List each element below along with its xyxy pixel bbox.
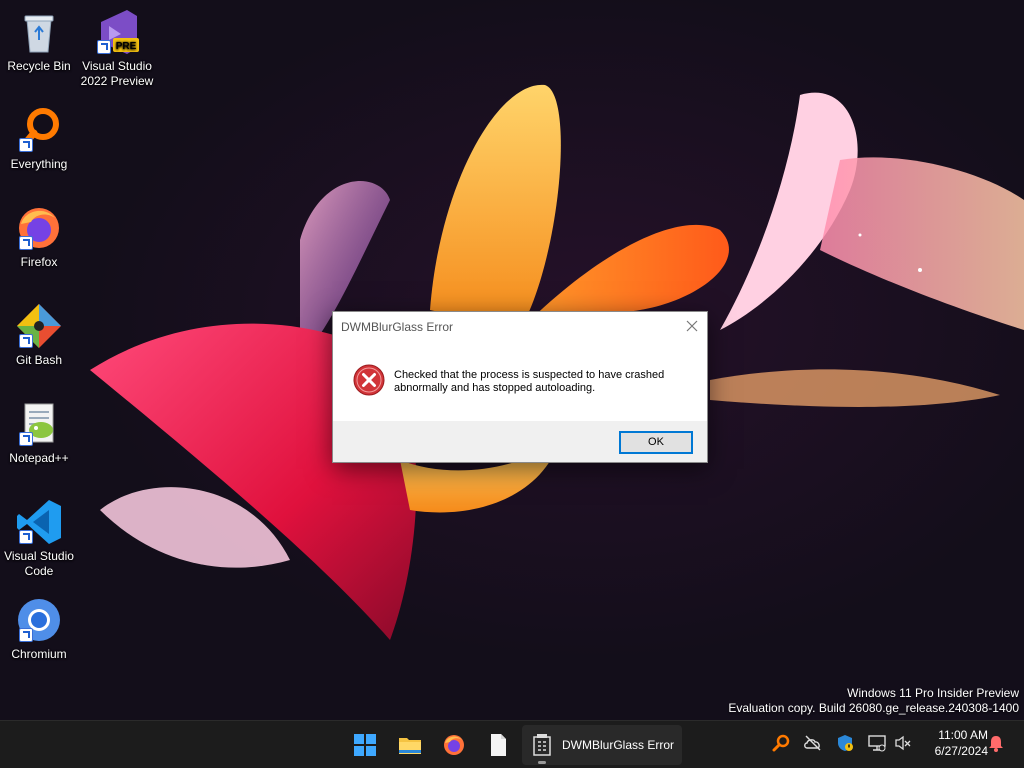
desktop-icon-vscode[interactable]: Visual Studio Code [1,498,77,579]
desktop-icon-label: Firefox [20,255,58,269]
taskbar-firefox[interactable] [434,725,474,765]
dwmblurglass-icon [533,734,551,756]
clock-time: 11:00 AM [938,728,988,742]
desktop-icon-label: Notepad++ [9,451,69,465]
clock-date: 6/27/2024 [934,744,988,758]
desktop-icon-everything[interactable]: Everything [1,106,77,172]
shortcut-arrow-icon [19,530,33,544]
shortcut-arrow-icon [19,628,33,642]
close-button[interactable] [677,312,707,341]
desktop-icon-firefox[interactable]: Firefox [1,204,77,270]
volume-muted-icon [895,735,911,751]
desktop-icon-notepad-plus-plus[interactable]: Notepad++ [1,400,77,466]
running-indicator [538,761,546,764]
error-dialog: DWMBlurGlass Error Checked that the proc… [332,311,708,463]
desktop-icon-label: Visual Studio 2022 Preview [80,59,154,88]
taskbar-clock[interactable]: 11:00 AM 6/27/2024 [918,727,988,759]
active-app-label: DWMBlurGlass Error [562,738,675,752]
notification-button[interactable] [986,733,1006,753]
desktop-icon-git-bash[interactable]: Git Bash [1,302,77,368]
start-button[interactable] [345,725,385,765]
onedrive-offline-icon [804,735,821,751]
windows-security-icon [838,735,853,751]
taskbar-active-app[interactable]: DWMBlurGlass Error [522,725,682,765]
desktop-icon-chromium[interactable]: Chromium [1,596,77,662]
recycle-bin-icon [24,15,54,53]
dialog-title: DWMBlurGlass Error [341,320,454,334]
taskbar-file-explorer[interactable] [390,725,430,765]
pre-badge: PRE [116,41,137,52]
ok-button[interactable]: OK [619,431,693,454]
file-explorer-icon [399,738,421,754]
firefox-icon [444,735,464,755]
error-icon [353,364,385,396]
notepad-icon [491,734,506,756]
desktop-icon-label: Visual Studio Code [4,549,74,578]
desktop-icon-label: Git Bash [15,353,63,367]
dialog-message: Checked that the process is suspected to… [394,369,665,394]
desktop-icon-visual-studio[interactable]: PRE Visual Studio 2022 Preview [79,8,155,89]
desktop-icon-label: Recycle Bin [7,59,71,73]
tray-onedrive[interactable] [803,733,823,753]
taskbar: DWMBlurGlass Error 11:00 AM 6/27/2024 [0,720,1024,768]
dialog-titlebar[interactable]: DWMBlurGlass Error [333,312,707,341]
shortcut-arrow-icon [19,334,33,348]
desktop-icon-recycle-bin[interactable]: Recycle Bin [1,8,77,74]
dialog-body: Checked that the process is suspected to… [333,341,707,419]
shortcut-arrow-icon [19,432,33,446]
tray-network[interactable] [867,733,887,753]
shortcut-arrow-icon [19,236,33,250]
tray-windows-security[interactable] [835,733,855,753]
taskbar-notepad[interactable] [478,725,518,765]
desktop-icon-label: Everything [10,157,68,171]
watermark-line-1: Windows 11 Pro Insider Preview [847,686,1019,700]
desktop-icon-label: Chromium [11,647,67,661]
dialog-footer: OK [333,421,707,462]
start-icon [354,734,376,756]
os-watermark: Windows 11 Pro Insider Preview Evaluatio… [728,686,1019,716]
network-icon [868,735,886,752]
tray-everything[interactable] [771,733,791,753]
shortcut-arrow-icon [19,138,33,152]
close-icon [686,320,698,332]
watermark-line-2: Evaluation copy. Build 26080.ge_release.… [728,701,1019,715]
tray-volume[interactable] [893,733,913,753]
bell-icon [989,736,1003,752]
everything-search-icon [772,734,790,752]
shortcut-arrow-icon [97,40,111,54]
